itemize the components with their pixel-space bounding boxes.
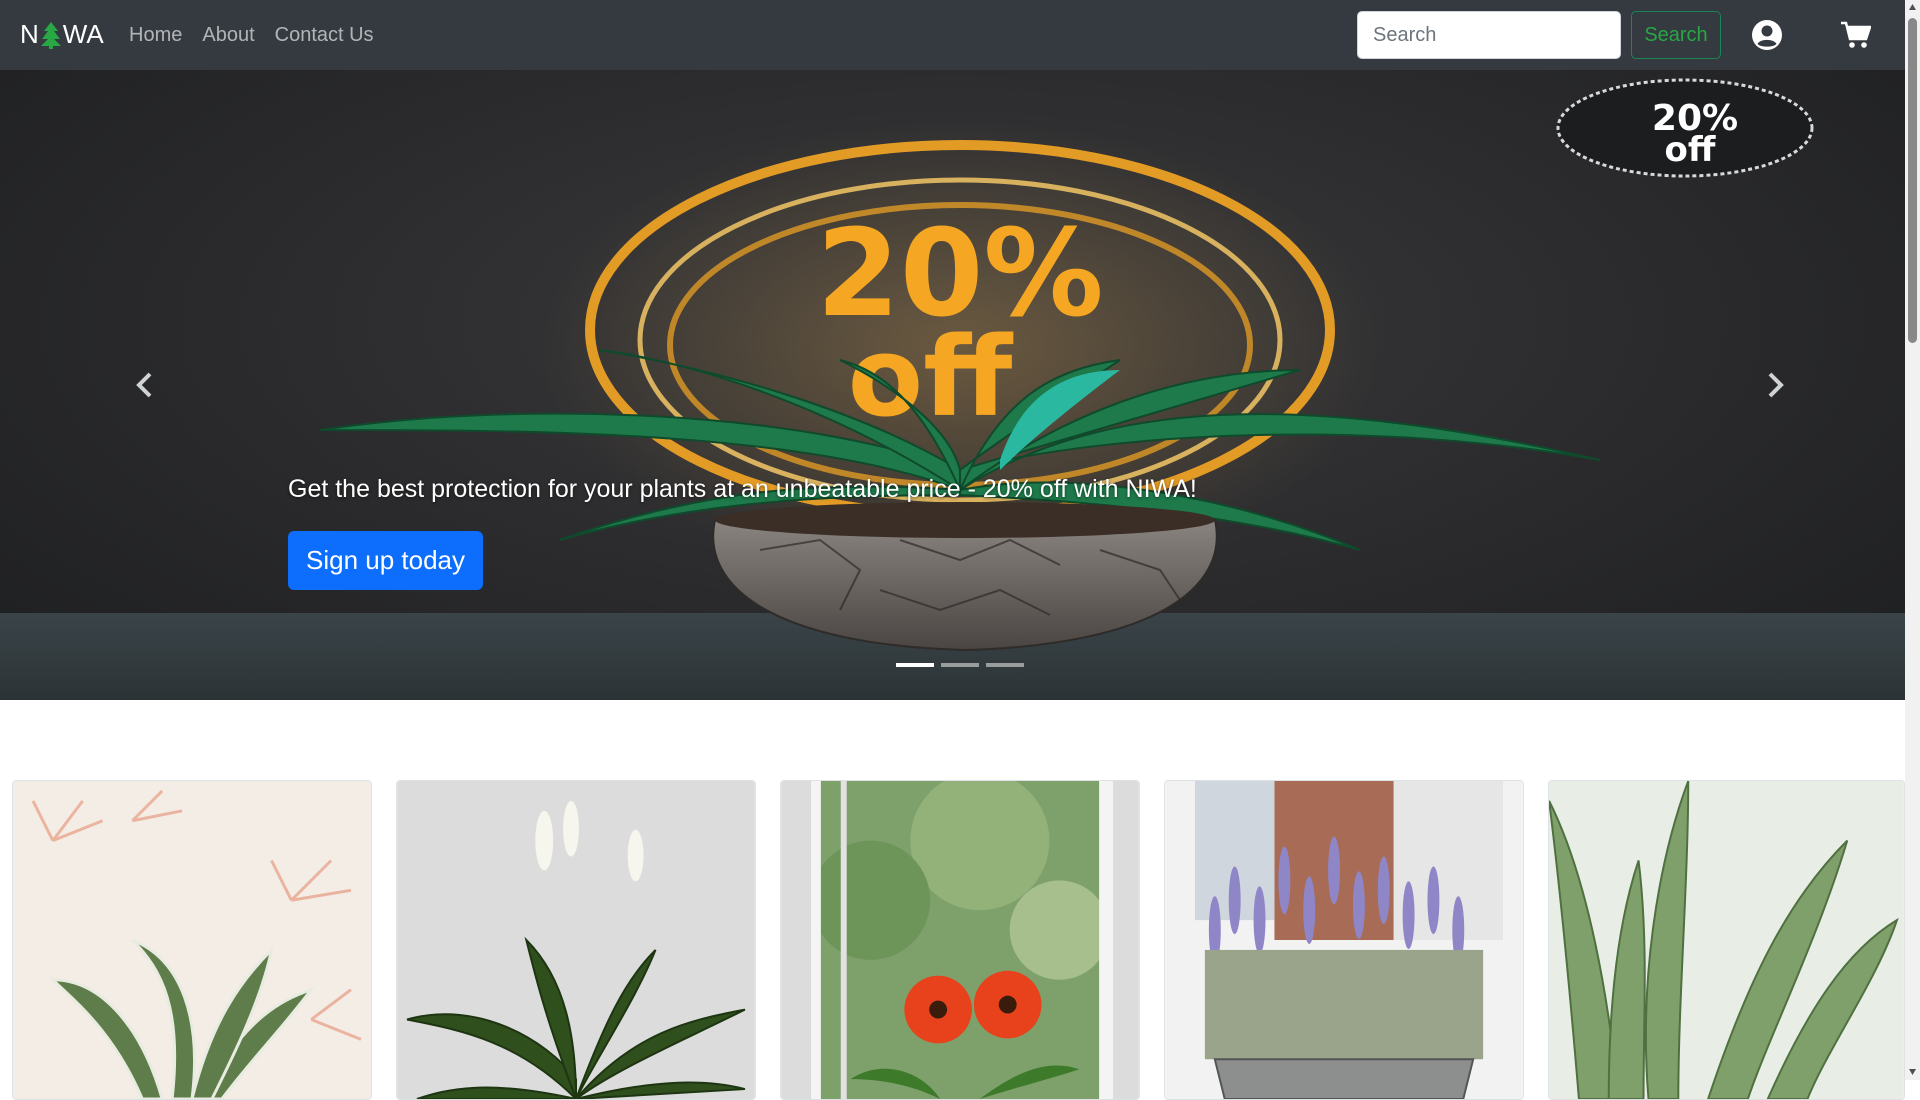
nav-link-about[interactable]: About [202, 24, 254, 47]
sign-up-button[interactable]: Sign up today [288, 531, 483, 590]
user-account-icon[interactable] [1751, 19, 1783, 51]
shopping-cart-icon[interactable] [1841, 21, 1871, 49]
carousel-indicators [896, 663, 1024, 667]
nav-link-contact[interactable]: Contact Us [275, 24, 374, 47]
badge-off-text: off [1665, 130, 1716, 170]
page-scrollbar[interactable] [1905, 0, 1920, 1080]
nav-link-home[interactable]: Home [129, 24, 182, 47]
brand-suffix: WA [62, 19, 104, 49]
scroll-down-icon[interactable] [1908, 1067, 1917, 1076]
top-navbar: N WA Home About Contact Us Search [0, 0, 1905, 70]
brand-prefix: N [20, 19, 39, 49]
carousel-prev-button[interactable] [124, 360, 164, 410]
carousel-indicator-2[interactable] [941, 663, 979, 667]
chevron-right-icon [1768, 372, 1784, 398]
hero-carousel: 20% off 20% off Get the best protection … [0, 70, 1905, 700]
product-cards [12, 780, 1905, 1100]
red-gerbera-image [781, 781, 1139, 1099]
product-card[interactable] [780, 780, 1140, 1100]
carousel-indicator-1[interactable] [896, 663, 934, 667]
brand-logo[interactable]: N WA [20, 19, 104, 50]
chevron-left-icon [136, 372, 152, 398]
search-button[interactable]: Search [1631, 11, 1721, 59]
carousel-next-button[interactable] [1756, 360, 1796, 410]
nav-links: Home About Contact Us [129, 24, 374, 47]
scrollbar-thumb[interactable] [1908, 18, 1917, 343]
discount-badge: 20% off [1556, 78, 1814, 178]
lavender-image [1165, 781, 1523, 1099]
variegated-plant-image [13, 781, 371, 1099]
carousel-indicator-3[interactable] [986, 663, 1024, 667]
peace-lily-image [397, 781, 755, 1099]
aloe-vera-image [1549, 781, 1904, 1099]
product-card[interactable] [12, 780, 372, 1100]
product-card[interactable] [1548, 780, 1905, 1100]
search-input[interactable] [1357, 11, 1621, 59]
scroll-up-icon[interactable] [1908, 3, 1917, 12]
product-card[interactable] [396, 780, 756, 1100]
product-card[interactable] [1164, 780, 1524, 1100]
carousel-caption: Get the best protection for your plants … [288, 475, 1197, 503]
promo-plant-image: 20% off 20% off [319, 78, 1814, 652]
tree-icon [40, 21, 61, 49]
